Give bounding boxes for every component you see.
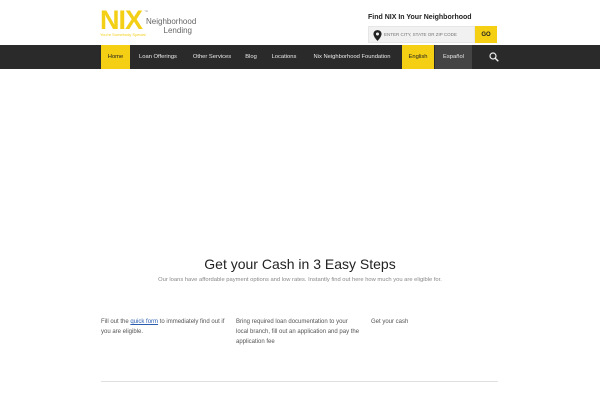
section-divider: [101, 381, 498, 382]
page-headline: Get your Cash in 3 Easy Steps: [204, 256, 396, 272]
logo-line-1: Neighborhood: [146, 17, 197, 26]
nav-item-foundation[interactable]: Nix Neighborhood Foundation: [306, 45, 398, 69]
go-button[interactable]: GO: [475, 26, 497, 43]
logo-brand: NIX: [100, 5, 143, 35]
location-search-box: [368, 26, 475, 43]
quick-form-link[interactable]: quick form: [130, 319, 158, 325]
nav-item-english[interactable]: English: [402, 45, 434, 69]
page-subheadline: Our loans have affordable payment option…: [158, 277, 442, 283]
search-icon[interactable]: [489, 52, 499, 62]
step-1-text-before: Fill out the: [101, 319, 131, 325]
logo-trademark: ™: [144, 9, 148, 14]
nav-item-home[interactable]: Home: [101, 45, 130, 69]
step-2: Bring required loan documentation to you…: [236, 319, 360, 345]
main-navigation: Home Loan Offerings Other Services Blog …: [0, 45, 600, 69]
logo-line-2: Lending: [163, 26, 192, 35]
nav-item-locations[interactable]: Locations: [266, 45, 302, 69]
finder-title: Find NIX In Your Neighborhood: [368, 14, 472, 21]
nav-item-loan-offerings[interactable]: Loan Offerings: [133, 45, 183, 69]
nav-item-blog[interactable]: Blog: [241, 45, 261, 69]
nav-item-other-services[interactable]: Other Services: [187, 45, 237, 69]
logo-tagline: You're Somebody Special: [100, 32, 146, 37]
location-search-input[interactable]: [384, 28, 474, 41]
logo-subtitle: Neighborhood Lending: [146, 17, 197, 35]
nix-logo[interactable]: NIX ™ Neighborhood Lending You're Somebo…: [100, 5, 200, 38]
step-3: Get your cash: [371, 319, 409, 325]
map-pin-icon: [373, 30, 382, 41]
site-header: NIX ™ Neighborhood Lending You're Somebo…: [0, 0, 600, 45]
step-1: Fill out the quick form to immediately f…: [101, 317, 229, 337]
nav-item-espanol[interactable]: Español: [435, 45, 472, 69]
